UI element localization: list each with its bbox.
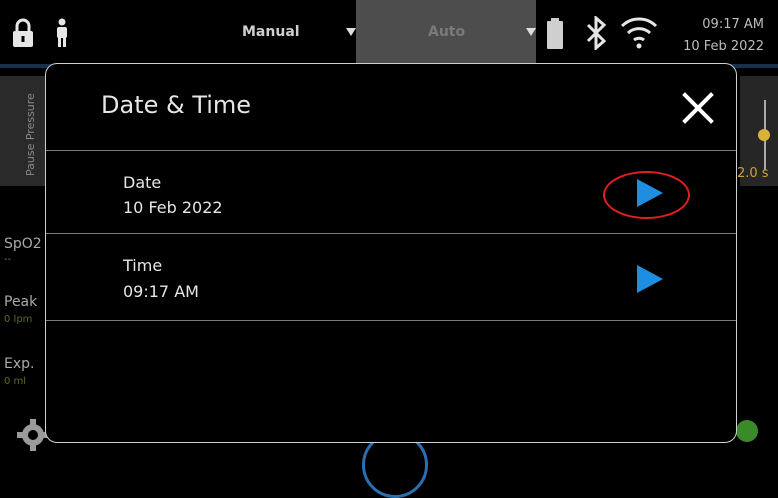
person-icon[interactable] xyxy=(52,18,72,52)
status-bar: Manual Auto 09:17 AM 10 Feb 2022 xyxy=(0,0,778,68)
mode-manual-label: Manual xyxy=(242,24,300,40)
right-slider-value: 2.0 s xyxy=(737,166,769,181)
time-value: 09:17 AM xyxy=(123,282,199,301)
slider-knob[interactable] xyxy=(758,129,770,141)
clock: 09:17 AM 10 Feb 2022 xyxy=(683,14,764,58)
spo2-label: SpO2 xyxy=(4,236,42,252)
pause-pressure-label: Pause Pressure xyxy=(24,93,37,176)
mode-auto-dropdown[interactable]: Auto xyxy=(356,0,536,66)
chevron-down-icon xyxy=(526,28,536,36)
battery-icon xyxy=(546,18,564,54)
dialog-title: Date & Time xyxy=(101,91,252,119)
row-divider xyxy=(46,320,736,322)
peak-unit: 0 lpm xyxy=(4,314,33,325)
spo2-value: -- xyxy=(4,254,12,265)
lock-icon[interactable] xyxy=(12,18,34,52)
mode-manual-dropdown[interactable]: Manual xyxy=(230,0,356,66)
close-button[interactable] xyxy=(680,90,716,126)
wifi-icon xyxy=(619,14,659,54)
clock-time: 09:17 AM xyxy=(702,17,764,32)
date-value: 10 Feb 2022 xyxy=(123,198,223,217)
peak-label: Peak xyxy=(4,294,38,310)
time-row[interactable]: Time 09:17 AM xyxy=(46,233,736,321)
bluetooth-icon xyxy=(584,14,608,54)
time-edit-arrow-icon[interactable] xyxy=(637,265,663,293)
clock-date: 10 Feb 2022 xyxy=(683,39,764,54)
exp-unit: 0 ml xyxy=(4,376,27,387)
date-label: Date xyxy=(123,173,162,192)
mode-auto-label: Auto xyxy=(428,24,466,40)
date-row[interactable]: Date 10 Feb 2022 xyxy=(46,150,736,234)
status-indicator[interactable] xyxy=(736,420,758,442)
date-edit-arrow-icon[interactable] xyxy=(637,179,663,207)
time-label: Time xyxy=(123,256,163,275)
date-time-dialog: Date & Time Date 10 Feb 2022 Time 09:17 … xyxy=(45,63,737,443)
chevron-down-icon xyxy=(346,28,356,36)
close-icon xyxy=(682,92,714,124)
exp-label: Exp. xyxy=(4,356,35,372)
